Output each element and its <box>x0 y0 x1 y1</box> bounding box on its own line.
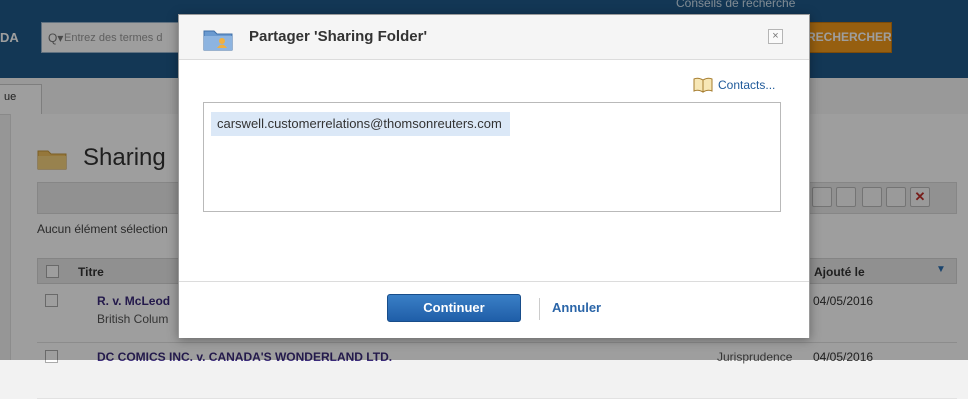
cancel-button[interactable]: Annuler <box>552 300 601 315</box>
button-divider <box>539 298 540 320</box>
close-icon[interactable]: × <box>768 29 783 44</box>
recipients-field[interactable]: carswell.customerrelations@thomsonreuter… <box>203 102 781 212</box>
dialog-footer: Continuer Annuler <box>179 281 809 338</box>
share-dialog: Partager 'Sharing Folder' × Contacts... … <box>178 14 810 338</box>
shared-folder-icon <box>203 30 233 51</box>
address-book-icon <box>693 77 713 93</box>
continue-button[interactable]: Continuer <box>387 294 521 322</box>
dialog-header: Partager 'Sharing Folder' × <box>179 15 809 60</box>
contacts-label: Contacts... <box>718 78 776 92</box>
dialog-title: Partager 'Sharing Folder' <box>249 28 428 45</box>
recipient-chip[interactable]: carswell.customerrelations@thomsonreuter… <box>211 112 510 136</box>
